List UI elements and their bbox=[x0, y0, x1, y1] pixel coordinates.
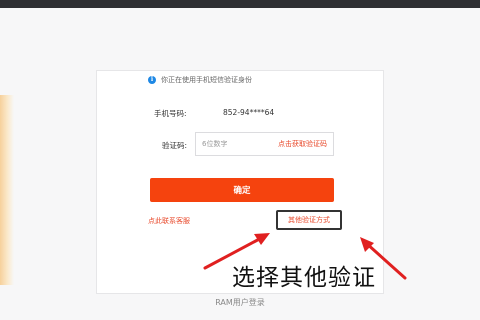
background-decoration bbox=[0, 95, 14, 285]
notice-text: 你正在使用手机短信验证身份 bbox=[161, 76, 252, 84]
annotation-text: 选择其他验证 bbox=[232, 265, 376, 291]
code-input[interactable] bbox=[202, 133, 272, 155]
contact-support-link[interactable]: 点此联系客服 bbox=[148, 216, 190, 226]
sms-verification-notice: i 你正在使用手机短信验证身份 bbox=[148, 75, 252, 85]
phone-value: 852-94****64 bbox=[223, 108, 275, 117]
get-code-link[interactable]: 点击获取验证码 bbox=[278, 133, 327, 155]
phone-label: 手机号码: bbox=[154, 109, 187, 118]
footer-title: RAM用户登录 bbox=[215, 298, 265, 307]
code-field: 点击获取验证码 bbox=[195, 132, 334, 156]
code-label: 验证码: bbox=[162, 141, 188, 150]
other-verification-method-link[interactable]: 其他验证方式 bbox=[276, 210, 342, 230]
info-icon: i bbox=[148, 76, 156, 84]
top-bar bbox=[0, 0, 480, 8]
confirm-button[interactable]: 确定 bbox=[150, 178, 334, 202]
